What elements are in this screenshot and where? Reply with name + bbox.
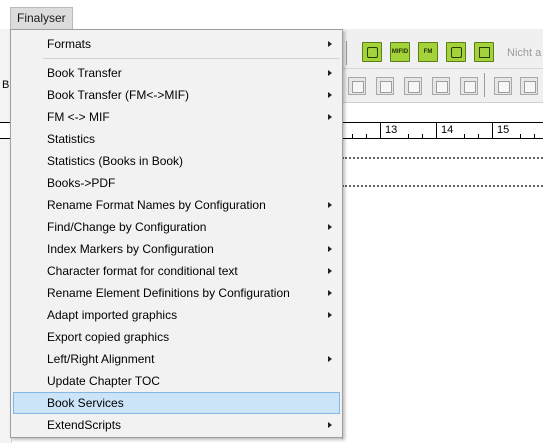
refresh-link-icon[interactable]	[446, 42, 466, 62]
menu-item-index-markers[interactable]: Index Markers by Configuration	[13, 238, 340, 260]
menu-item-label: Find/Change by Configuration	[47, 220, 207, 234]
menu-item-fm-mif[interactable]: FM <-> MIF	[13, 106, 340, 128]
fm-icon[interactable]: FM	[418, 42, 438, 62]
text-frame-border	[342, 157, 543, 159]
toolbar-separator	[346, 41, 347, 65]
menu-item-label: ExtendScripts	[47, 418, 122, 432]
menu-item-left-right-alignment[interactable]: Left/Right Alignment	[13, 348, 340, 370]
ruler-tick	[422, 134, 423, 138]
table-icon[interactable]	[348, 77, 366, 95]
menu-item-find-change[interactable]: Find/Change by Configuration	[13, 216, 340, 238]
submenu-arrow-icon	[328, 268, 332, 274]
table-row-icon[interactable]	[404, 77, 422, 95]
row-initial: B	[2, 79, 10, 91]
submenu-arrow-icon	[328, 246, 332, 252]
status-text: Nicht a	[507, 47, 542, 59]
menu-item-rename-element-definitions[interactable]: Rename Element Definitions by Configurat…	[13, 282, 340, 304]
submenu-arrow-icon	[328, 202, 332, 208]
submenu-arrow-icon	[328, 290, 332, 296]
menu-item-label: Statistics	[47, 132, 96, 146]
ruler-tick	[534, 134, 535, 138]
menu-item-book-transfer[interactable]: Book Transfer	[13, 62, 340, 84]
menu-item-statistics-books-in-book[interactable]: Statistics (Books in Book)	[13, 150, 340, 172]
menu-item-label: Left/Right Alignment	[47, 352, 155, 366]
columns-icon[interactable]	[474, 42, 494, 62]
ruler-mark: 14	[436, 123, 453, 139]
submenu-arrow-icon	[328, 312, 332, 318]
menu-item-label: Update Chapter TOC	[47, 374, 160, 388]
toolbar-separator	[484, 73, 485, 97]
ruler-tick	[408, 134, 409, 138]
menu-item-label: Books->PDF	[47, 176, 116, 190]
menu-item-export-copied-graphics[interactable]: Export copied graphics	[13, 326, 340, 348]
menu-item-label: FM <-> MIF	[47, 110, 110, 124]
menu-item-formats[interactable]: Formats	[13, 33, 340, 55]
menu-item-rename-format-names[interactable]: Rename Format Names by Configuration	[13, 194, 340, 216]
menu-item-label: Book Services	[47, 396, 124, 410]
ruler-tick	[478, 134, 479, 138]
menu-item-label: Formats	[47, 37, 92, 51]
ruler-tick	[520, 134, 521, 138]
menu-item-label: Rename Format Names by Configuration	[47, 198, 266, 212]
menu-item-label: Statistics (Books in Book)	[47, 154, 184, 168]
menu-item-update-chapter-toc[interactable]: Update Chapter TOC	[13, 370, 340, 392]
menu-item-label: Character format for conditional text	[47, 264, 238, 278]
mif-icon[interactable]: MIFID	[390, 42, 410, 62]
ruler-mark: 13	[380, 123, 397, 139]
menu-item-statistics[interactable]: Statistics	[13, 128, 340, 150]
submenu-arrow-icon	[328, 356, 332, 362]
menu-item-label: Adapt imported graphics	[47, 308, 178, 322]
toggle-frame-icon[interactable]	[362, 42, 382, 62]
menu-item-label: Book Transfer (FM<->MIF)	[47, 88, 190, 102]
menu-finalyser[interactable]: Finalyser	[10, 7, 73, 29]
ruler-tick	[352, 134, 353, 138]
text-frame-border	[342, 185, 543, 187]
menu-item-character-format[interactable]: Character format for conditional text	[13, 260, 340, 282]
menu-separator	[43, 58, 339, 59]
align-justify-icon[interactable]	[520, 77, 538, 95]
submenu-arrow-icon	[328, 114, 332, 120]
menu-item-book-services[interactable]: Book Services	[13, 392, 340, 414]
submenu-arrow-icon	[328, 422, 332, 428]
table-delete-icon[interactable]	[460, 77, 478, 95]
menu-item-label: Export copied graphics	[47, 330, 170, 344]
menu-bar: Finalyser	[0, 0, 543, 29]
submenu-arrow-icon	[328, 41, 332, 47]
menu-item-extendscripts[interactable]: ExtendScripts	[13, 414, 340, 436]
submenu-arrow-icon	[328, 92, 332, 98]
finalyser-dropdown-menu: Formats Book Transfer Book Transfer (FM<…	[10, 29, 343, 438]
menu-item-label: Rename Element Definitions by Configurat…	[47, 286, 290, 300]
menu-item-adapt-imported-graphics[interactable]: Adapt imported graphics	[13, 304, 340, 326]
menu-item-books-to-pdf[interactable]: Books->PDF	[13, 172, 340, 194]
ruler-mark: 15	[492, 123, 509, 139]
menu-item-book-transfer-fm-mif[interactable]: Book Transfer (FM<->MIF)	[13, 84, 340, 106]
ruler-tick	[464, 134, 465, 138]
table-insert-icon[interactable]	[376, 77, 394, 95]
submenu-arrow-icon	[328, 70, 332, 76]
align-icon[interactable]	[494, 77, 512, 95]
menu-item-label: Index Markers by Configuration	[47, 242, 214, 256]
ruler-tick	[366, 134, 367, 138]
submenu-arrow-icon	[328, 224, 332, 230]
menu-item-label: Book Transfer	[47, 66, 122, 80]
table-move-icon[interactable]	[432, 77, 450, 95]
